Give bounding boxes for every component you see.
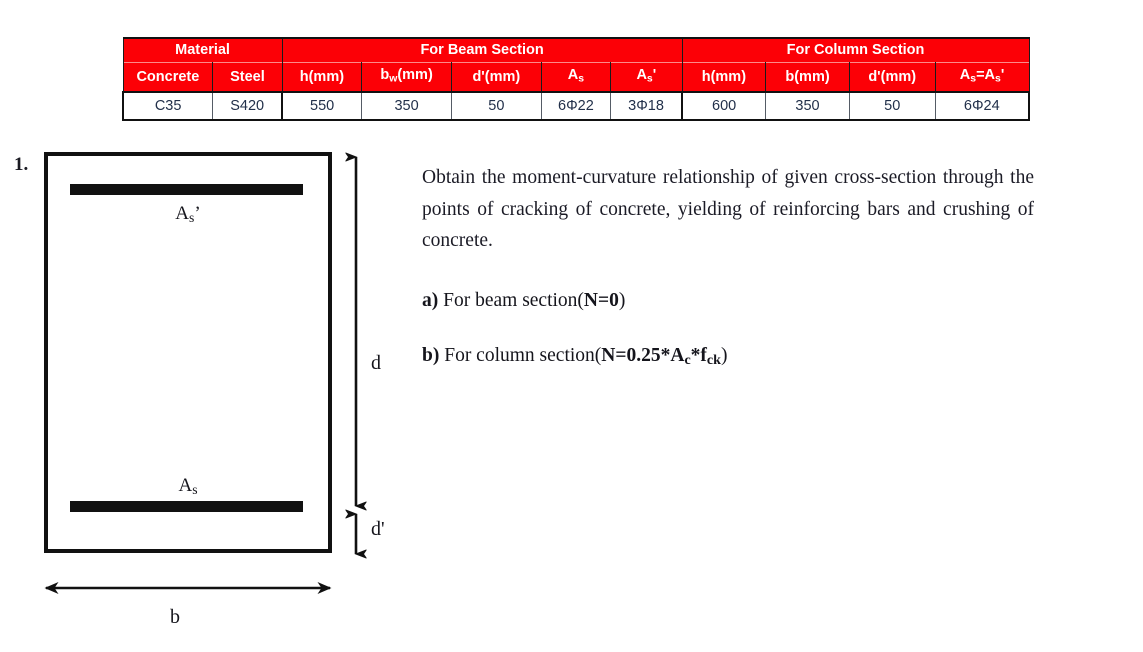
dimension-label-d: d: [371, 352, 381, 374]
group-header-beam-section: For Beam Section: [281, 37, 683, 63]
column-header-beam-as: As: [540, 62, 612, 93]
dimension-label-b: b: [170, 606, 180, 628]
task-b-text: For column section(: [444, 345, 602, 366]
cell-column-dprime: 50: [848, 91, 936, 122]
column-header-column-dprime: d'(mm): [848, 62, 936, 93]
column-header-beam-bw: bw(mm): [361, 62, 452, 93]
cell-beam-as-prime: 3Φ18: [610, 91, 683, 122]
column-header-column-as-eq: As=As': [934, 62, 1030, 93]
cell-column-h: 600: [681, 91, 767, 122]
cell-column-b: 350: [765, 91, 850, 122]
task-b-marker: b): [422, 345, 440, 366]
dimension-label-d-prime: d': [371, 518, 385, 540]
group-header-material: Material: [122, 37, 283, 63]
task-b-condition: N=0.25*Ac*fck: [601, 345, 721, 369]
cross-section-figure: 1. As’ As d d' b: [0, 140, 410, 652]
column-header-concrete: Concrete: [122, 62, 214, 93]
task-a-condition: N=0: [583, 290, 619, 311]
problem-statement-text: Obtain the moment-curvature relationship…: [422, 167, 1034, 252]
cell-beam-h: 550: [281, 91, 363, 122]
table-group-header-row: Material For Beam Section For Column Sec…: [122, 37, 1030, 63]
task-a-text: For beam section(: [443, 290, 584, 311]
task-b: b) For column section(N=0.25*Ac*fck): [422, 345, 728, 369]
column-header-beam-dprime: d'(mm): [450, 62, 542, 93]
group-header-column-section: For Column Section: [681, 37, 1030, 63]
cell-beam-dprime: 50: [450, 91, 542, 122]
task-a: a) For beam section(N=0): [422, 290, 626, 311]
dimension-lines: [44, 140, 410, 594]
column-header-beam-as-prime: As': [610, 62, 683, 93]
column-header-beam-h: h(mm): [281, 62, 363, 93]
cell-beam-as: 6Φ22: [540, 91, 612, 122]
problem-statement: Obtain the moment-curvature relationship…: [422, 162, 1034, 257]
cell-beam-bw: 350: [361, 91, 452, 122]
specification-table: Material For Beam Section For Column Sec…: [122, 37, 1030, 122]
column-header-column-b: b(mm): [765, 62, 850, 93]
table-row: C35 S420 550 350 50 6Φ22 3Φ18 600 350 50…: [122, 91, 1030, 122]
cell-column-as-eq: 6Φ24: [934, 91, 1030, 122]
task-a-marker: a): [422, 290, 439, 311]
table-column-header-row: Concrete Steel h(mm) bw(mm) d'(mm) As As…: [122, 62, 1030, 93]
cell-steel: S420: [212, 91, 283, 122]
column-header-steel: Steel: [212, 62, 283, 93]
column-header-column-h: h(mm): [681, 62, 767, 93]
cell-concrete: C35: [122, 91, 214, 122]
